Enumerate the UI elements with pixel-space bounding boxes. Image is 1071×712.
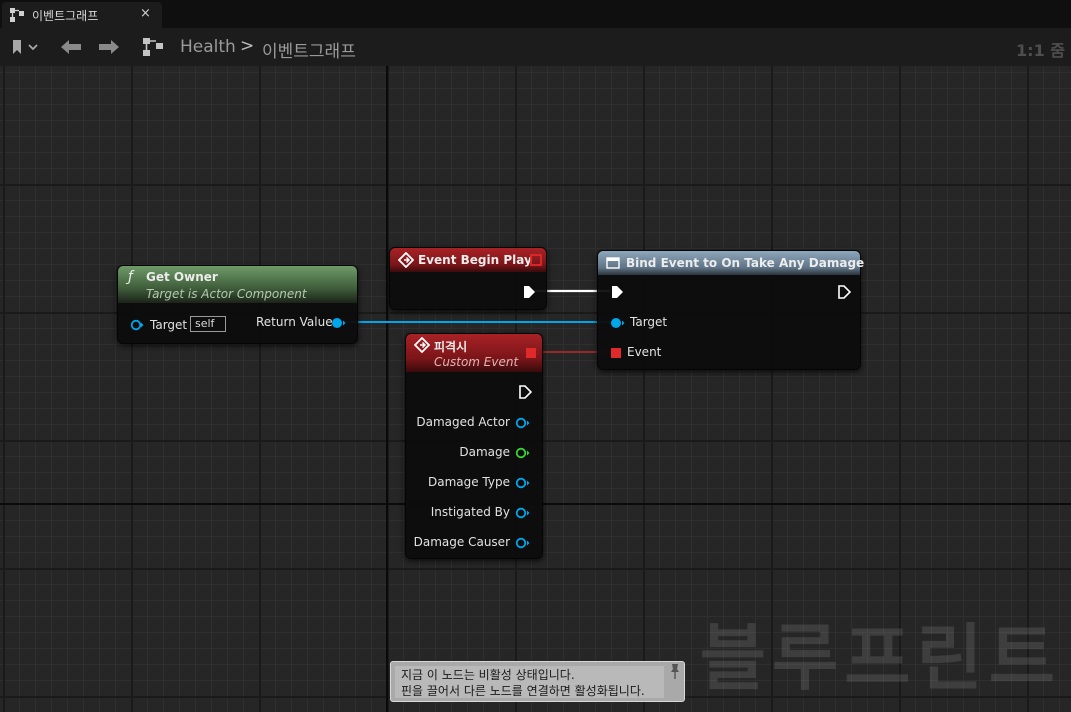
event-icon [398, 252, 414, 268]
event-icon [414, 337, 430, 353]
tab-event-graph[interactable]: 이벤트그래프 × [2, 2, 162, 28]
exec-input-pin[interactable] [610, 285, 624, 299]
pin-label-event: Event [627, 345, 662, 359]
breadcrumb-current[interactable]: 이벤트그래프 [262, 37, 356, 62]
node-bind-event[interactable]: Bind Event to On Take Any Damage Target … [597, 250, 865, 370]
bookmark-icon[interactable] [10, 39, 38, 55]
pin-label-target: Target [150, 318, 188, 332]
object-input-pin[interactable] [610, 317, 626, 329]
graph-icon [10, 8, 24, 22]
object-output-pin[interactable] [515, 417, 531, 429]
graph-canvas[interactable]: ƒ Get Owner Target is Actor Component Ta… [0, 66, 1071, 712]
forward-arrow-icon[interactable] [96, 38, 122, 56]
exec-output-pin[interactable] [518, 385, 532, 399]
function-icon: ƒ [128, 269, 133, 285]
node-custom-event[interactable]: 피격시 Custom Event Damaged Actor Damage Da… [405, 333, 543, 559]
bind-function-icon [606, 257, 620, 269]
pin-label-damage-causer: Damage Causer [413, 535, 510, 549]
back-arrow-icon[interactable] [58, 38, 84, 56]
graph-icon [143, 38, 163, 56]
node-subtitle: Target is Actor Component [146, 287, 307, 301]
pin-label-damage-type: Damage Type [427, 475, 510, 489]
exec-output-pin[interactable] [522, 285, 536, 299]
delegate-output-pin[interactable] [525, 347, 537, 359]
exec-output-pin[interactable] [837, 285, 851, 299]
delegate-input-pin[interactable] [610, 347, 622, 359]
node-title: Event Begin Play [418, 253, 532, 267]
node-subtitle: Custom Event [434, 355, 519, 369]
object-output-pin[interactable] [515, 507, 531, 519]
object-output-pin[interactable] [515, 537, 531, 549]
delegate-pin-square[interactable] [530, 254, 542, 266]
node-event-begin-play[interactable]: Event Begin Play [389, 247, 547, 310]
pin-icon[interactable] [669, 663, 681, 681]
breadcrumb-separator: > [240, 36, 255, 56]
target-self-field[interactable]: self [190, 316, 226, 332]
breadcrumb-root[interactable]: Health [180, 37, 236, 57]
tooltip-line-2: 핀을 끌어서 다른 노드를 연결하면 활성화됩니다. [401, 684, 645, 698]
pin-label-target: Target [630, 315, 668, 329]
pin-label-damage: Damage [459, 445, 510, 459]
tab-label: 이벤트그래프 [32, 9, 99, 23]
pin-label-damaged-actor: Damaged Actor [416, 415, 510, 429]
blueprint-watermark: 블루프린트 [699, 616, 1061, 700]
tab-bar: 이벤트그래프 × [0, 0, 1071, 28]
node-get-owner[interactable]: ƒ Get Owner Target is Actor Component Ta… [117, 265, 358, 344]
node-title: 피격시 [434, 340, 468, 354]
object-input-pin[interactable] [130, 319, 144, 331]
node-title: Get Owner [146, 270, 218, 284]
graph-toolbar: Health > 이벤트그래프 1:1 줌 [0, 28, 1071, 66]
pin-label-return-value: Return Value [256, 315, 333, 329]
float-output-pin[interactable] [515, 447, 531, 459]
tab-close-button[interactable]: × [140, 6, 151, 21]
node-title: Bind Event to On Take Any Damage [626, 256, 865, 270]
inactive-node-tooltip: 지금 이 노드는 비활성 상태입니다. 핀을 끌어서 다른 노드를 연결하면 활… [390, 661, 685, 702]
object-output-pin[interactable] [515, 477, 531, 489]
tooltip-line-1: 지금 이 노드는 비활성 상태입니다. [401, 668, 575, 682]
pin-label-instigated-by: Instigated By [430, 505, 510, 519]
object-output-pin[interactable] [331, 317, 347, 329]
zoom-level: 1:1 줌 [1016, 41, 1065, 60]
